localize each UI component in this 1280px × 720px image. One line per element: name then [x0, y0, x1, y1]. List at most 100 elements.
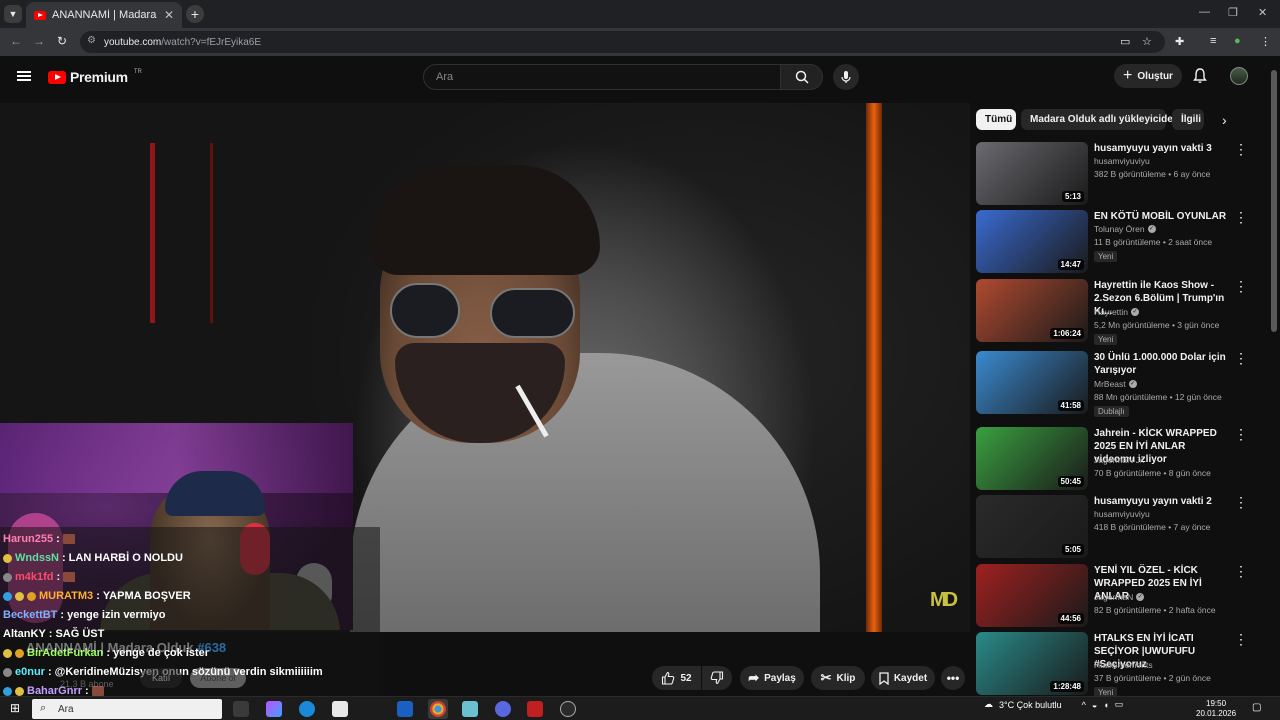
video-title[interactable]: 30 Ünlü 1.000.000 Dolar için Yarışıyor: [1094, 351, 1229, 377]
channel-name[interactable]: MrBeast ✓: [1094, 379, 1137, 389]
chat-username[interactable]: WndssN: [15, 552, 59, 564]
browser-tab[interactable]: ANANNAMİ | Madara Olduk #6 ✕: [26, 2, 182, 28]
video-title-hashtag[interactable]: #638: [197, 640, 226, 655]
filter-chip[interactable]: Tümü: [976, 109, 1016, 130]
join-button[interactable]: Katıl: [140, 668, 182, 688]
channel-name[interactable]: husamviyuviyu: [1094, 509, 1150, 519]
profile-icon[interactable]: ●: [1234, 35, 1241, 47]
close-window-icon[interactable]: ✕: [1258, 6, 1267, 19]
chat-username[interactable]: Harun255: [3, 533, 53, 545]
recommended-video[interactable]: 41:58 30 Ünlü 1.000.000 Dolar için Yarışı…: [976, 351, 1256, 417]
video-thumbnail[interactable]: 1:06:24: [976, 279, 1088, 342]
reading-list-icon[interactable]: ≡: [1210, 35, 1216, 47]
more-vertical-icon[interactable]: ⋮: [1234, 495, 1248, 509]
edge-icon[interactable]: [299, 701, 315, 717]
tab-search-button[interactable]: ▼: [4, 5, 22, 23]
forward-icon[interactable]: →: [33, 34, 45, 48]
recommended-video[interactable]: 5:13 husamyuyu yayın vakti 3 husamviyuviyu…: [976, 142, 1256, 206]
recommended-video[interactable]: 1:28:48 HTALKS EN İYİ İCATI SEÇİYOR |UWUF…: [976, 632, 1256, 698]
bookmark-star-icon[interactable]: ☆: [1142, 35, 1152, 48]
recommended-video[interactable]: 44:56 YENİ YIL ÖZEL - KİCK WRAPPED 2025 E…: [976, 564, 1256, 628]
notification-icon[interactable]: ▢: [1252, 702, 1261, 713]
chevron-up-icon[interactable]: ^: [1082, 700, 1086, 710]
recommended-video[interactable]: 1:06:24 Hayrettin ile Kaos Show - 2.Sezon…: [976, 279, 1256, 345]
browser-menu-icon[interactable]: ⋮: [1260, 35, 1271, 48]
search-button[interactable]: [780, 64, 823, 90]
system-tray[interactable]: ☁ 3°C Çok bulutlu ^ ◒ ◖ ▭: [984, 699, 1123, 710]
filter-chip[interactable]: İlgili: [1172, 109, 1204, 130]
search-input[interactable]: Ara: [423, 64, 781, 90]
dislike-button[interactable]: [702, 666, 732, 690]
chat-username[interactable]: AltanKY: [3, 628, 46, 640]
video-thumbnail[interactable]: 1:28:48: [976, 632, 1088, 695]
create-button[interactable]: + Oluştur: [1114, 64, 1182, 88]
windows-start-icon[interactable]: ⊞: [10, 701, 20, 715]
video-title[interactable]: husamyuyu yayın vakti 3: [1094, 142, 1229, 155]
outlook-icon[interactable]: [397, 701, 413, 717]
channel-name[interactable]: JagermaN ✓: [1094, 592, 1145, 602]
discord-icon[interactable]: [495, 701, 511, 717]
channel-name[interactable]: Tolunay Ören ✓: [1094, 224, 1156, 234]
recommended-video[interactable]: 5:05 husamyuyu yayın vakti 2 husamviyuviyu…: [976, 495, 1256, 559]
menu-icon[interactable]: [17, 71, 31, 81]
address-bar[interactable]: ⚙ youtube.com/watch?v=fEJrEyika6E: [80, 31, 1165, 53]
filter-chip[interactable]: Madara Olduk adlı yükleyiciden: [1021, 109, 1179, 130]
tab-close-icon[interactable]: ✕: [164, 8, 174, 22]
video-thumbnail[interactable]: 5:05: [976, 495, 1088, 558]
battery-icon[interactable]: ▭: [1115, 699, 1124, 710]
share-button[interactable]: ➦ Paylaş: [740, 666, 804, 690]
restore-icon[interactable]: ❐: [1228, 6, 1238, 19]
chrome-icon[interactable]: [430, 701, 446, 717]
chat-username[interactable]: e0nur: [15, 666, 45, 678]
more-vertical-icon[interactable]: ⋮: [1234, 564, 1248, 578]
video-thumbnail[interactable]: 14:47: [976, 210, 1088, 273]
youtube-premium-logo[interactable]: Premium TR: [48, 69, 142, 85]
channel-name[interactable]: JagermaN Jr.: [1094, 455, 1145, 465]
minimize-icon[interactable]: —: [1199, 6, 1210, 18]
account-avatar[interactable]: [1230, 67, 1248, 85]
taskbar-search-input[interactable]: ⌕ Ara: [32, 699, 222, 719]
site-info-icon[interactable]: ⚙: [87, 35, 96, 46]
video-title[interactable]: EN KÖTÜ MOBİL OYUNLAR: [1094, 210, 1229, 223]
save-button[interactable]: Kaydet: [871, 666, 935, 690]
recommended-video[interactable]: 50:45 Jahrein - KİCK WRAPPED 2025 EN İYİ …: [976, 427, 1256, 491]
more-actions-button[interactable]: •••: [941, 666, 965, 690]
reload-icon[interactable]: ↻: [57, 34, 67, 48]
video-thumbnail[interactable]: 50:45: [976, 427, 1088, 490]
video-title[interactable]: husamyuyu yayın vakti 2: [1094, 495, 1229, 508]
copilot-icon[interactable]: [266, 701, 282, 717]
page-scrollbar[interactable]: [1271, 70, 1277, 332]
cast-icon[interactable]: ▭: [1120, 35, 1130, 48]
subscribe-button[interactable]: Abone ol: [190, 668, 246, 688]
video-thumbnail[interactable]: 5:13: [976, 142, 1088, 205]
more-vertical-icon[interactable]: ⋮: [1234, 351, 1248, 365]
chevron-right-icon[interactable]: ›: [1222, 112, 1227, 128]
app-icon[interactable]: [527, 701, 543, 717]
store-icon[interactable]: [332, 701, 348, 717]
chat-username[interactable]: BeckettBT: [3, 609, 57, 621]
new-tab-button[interactable]: +: [186, 5, 204, 23]
network-icon[interactable]: ◒: [1092, 700, 1097, 710]
voice-search-button[interactable]: [833, 64, 859, 90]
more-vertical-icon[interactable]: ⋮: [1234, 427, 1248, 441]
like-button[interactable]: 52: [652, 666, 701, 690]
video-thumbnail[interactable]: 44:56: [976, 564, 1088, 627]
chat-username[interactable]: MURATM3: [39, 590, 93, 602]
more-vertical-icon[interactable]: ⋮: [1234, 279, 1248, 293]
clip-button[interactable]: ✂ Klip: [811, 666, 865, 690]
app-icon[interactable]: [560, 701, 576, 717]
volume-icon[interactable]: ◖: [1103, 700, 1108, 710]
taskbar-clock[interactable]: 19:50 20.01.2026: [1196, 699, 1236, 719]
task-view-icon[interactable]: [233, 701, 249, 717]
channel-name[interactable]: Htalksmoments: [1094, 660, 1153, 670]
recommended-video[interactable]: 14:47 EN KÖTÜ MOBİL OYUNLAR Tolunay Ören ✓ 1…: [976, 210, 1256, 274]
video-thumbnail[interactable]: 41:58: [976, 351, 1088, 414]
extensions-icon[interactable]: ✚: [1175, 35, 1184, 48]
back-icon[interactable]: ←: [10, 34, 22, 48]
channel-name[interactable]: Hayrettin ✓: [1094, 307, 1140, 317]
more-vertical-icon[interactable]: ⋮: [1234, 142, 1248, 156]
more-vertical-icon[interactable]: ⋮: [1234, 632, 1248, 646]
more-vertical-icon[interactable]: ⋮: [1234, 210, 1248, 224]
notifications-button[interactable]: [1193, 68, 1207, 89]
chat-username[interactable]: m4k1fd: [15, 571, 54, 583]
